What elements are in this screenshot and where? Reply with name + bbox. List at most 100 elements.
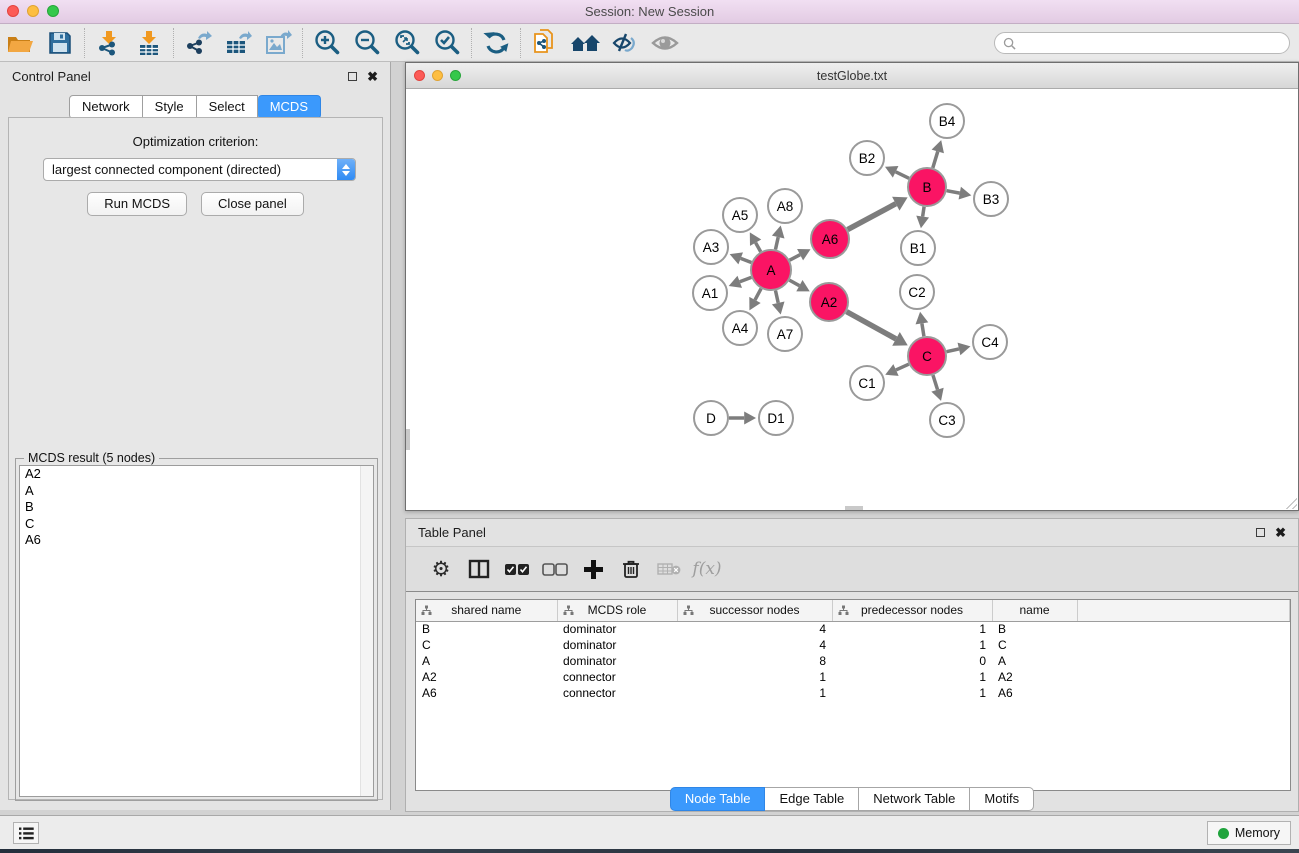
memory-button[interactable]: Memory bbox=[1207, 821, 1291, 845]
result-item[interactable]: A2 bbox=[20, 466, 373, 483]
zoom-out-button[interactable] bbox=[347, 26, 387, 60]
table-settings-button[interactable]: ⚙ bbox=[422, 550, 460, 588]
minimize-network-window-button[interactable] bbox=[432, 70, 443, 81]
open-file-button[interactable] bbox=[0, 26, 40, 60]
horizontal-scrollbar-thumb[interactable] bbox=[845, 506, 863, 510]
graph-edge-B-B2[interactable] bbox=[896, 172, 909, 178]
tab-network-table[interactable]: Network Table bbox=[859, 787, 970, 811]
export-table-button[interactable] bbox=[218, 26, 258, 60]
delete-columns-button[interactable] bbox=[612, 550, 650, 588]
close-panel-icon[interactable]: ✖ bbox=[367, 72, 378, 81]
result-item[interactable]: C bbox=[20, 516, 373, 533]
cell-successor-nodes[interactable]: 1 bbox=[677, 685, 832, 701]
show-columns-button[interactable] bbox=[460, 550, 498, 588]
graph-edge-A-A6[interactable] bbox=[790, 255, 800, 261]
cell-MCDS-role[interactable]: connector bbox=[557, 685, 677, 701]
cell-name[interactable]: A6 bbox=[992, 685, 1077, 701]
close-window-button[interactable] bbox=[7, 5, 19, 17]
cell-shared-name[interactable]: C bbox=[416, 637, 557, 653]
tab-motifs[interactable]: Motifs bbox=[970, 787, 1034, 811]
graph-edge-B-B3[interactable] bbox=[947, 191, 960, 193]
graph-edge-C-C2[interactable] bbox=[922, 323, 924, 336]
minimize-window-button[interactable] bbox=[27, 5, 39, 17]
column-header-shared-name[interactable]: shared name bbox=[416, 600, 557, 621]
import-network-button[interactable] bbox=[89, 26, 129, 60]
import-table-button[interactable] bbox=[129, 26, 169, 60]
cell-predecessor-nodes[interactable]: 1 bbox=[832, 685, 992, 701]
cell-successor-nodes[interactable]: 4 bbox=[677, 637, 832, 653]
cell-predecessor-nodes[interactable]: 1 bbox=[832, 669, 992, 685]
graph-edge-A2-C[interactable] bbox=[847, 312, 896, 339]
graph-edge-A-A5[interactable] bbox=[756, 243, 761, 252]
tab-mcds[interactable]: MCDS bbox=[258, 95, 321, 119]
cell-predecessor-nodes[interactable]: 1 bbox=[832, 637, 992, 653]
vertical-scrollbar-thumb[interactable] bbox=[406, 429, 410, 450]
float-table-panel-icon[interactable] bbox=[1256, 528, 1265, 537]
tab-style[interactable]: Style bbox=[143, 95, 197, 119]
run-mcds-button[interactable]: Run MCDS bbox=[87, 192, 187, 216]
result-item[interactable]: B bbox=[20, 499, 373, 516]
cell-MCDS-role[interactable]: dominator bbox=[557, 653, 677, 669]
column-header-predecessor-nodes[interactable]: predecessor nodes bbox=[832, 600, 992, 621]
maximize-window-button[interactable] bbox=[47, 5, 59, 17]
cell-successor-nodes[interactable]: 1 bbox=[677, 669, 832, 685]
cell-shared-name[interactable]: B bbox=[416, 621, 557, 637]
result-item[interactable]: A bbox=[20, 483, 373, 500]
export-image-button[interactable] bbox=[258, 26, 298, 60]
table-row[interactable]: Adominator80A bbox=[416, 653, 1290, 669]
home-button[interactable] bbox=[565, 26, 605, 60]
hide-selected-button[interactable] bbox=[605, 26, 645, 60]
graph-edge-C-C4[interactable] bbox=[947, 349, 959, 352]
cell-name[interactable]: B bbox=[992, 621, 1077, 637]
search-input[interactable] bbox=[1016, 34, 1289, 52]
graph-edge-A-A3[interactable] bbox=[741, 258, 752, 262]
table-row[interactable]: A6connector11A6 bbox=[416, 685, 1290, 701]
show-task-history-button[interactable] bbox=[13, 822, 39, 844]
save-session-button[interactable] bbox=[40, 26, 80, 60]
show-all-button[interactable] bbox=[645, 26, 685, 60]
clone-network-button[interactable] bbox=[525, 26, 565, 60]
graph-edge-A-A7[interactable] bbox=[775, 291, 778, 303]
delete-table-button[interactable] bbox=[650, 550, 688, 588]
graph-edge-C-C1[interactable] bbox=[896, 364, 909, 370]
graph-edge-A-A1[interactable] bbox=[740, 277, 752, 281]
cell-name[interactable]: A2 bbox=[992, 669, 1077, 685]
table-row[interactable]: Bdominator41B bbox=[416, 621, 1290, 637]
network-canvas[interactable]: B4B2BB3A8A5A6A3B1AA1C2A2A4A7C4CC1C3DD1 bbox=[406, 89, 1298, 510]
function-builder-button[interactable]: f(x) bbox=[688, 550, 726, 588]
close-panel-button[interactable]: Close panel bbox=[201, 192, 304, 216]
cell-predecessor-nodes[interactable]: 0 bbox=[832, 653, 992, 669]
table-row[interactable]: Cdominator41C bbox=[416, 637, 1290, 653]
cell-shared-name[interactable]: A bbox=[416, 653, 557, 669]
deselect-all-columns-button[interactable] bbox=[536, 550, 574, 588]
column-header-name[interactable]: name bbox=[992, 600, 1077, 621]
network-window-titlebar[interactable]: testGlobe.txt bbox=[406, 63, 1298, 89]
cell-MCDS-role[interactable]: connector bbox=[557, 669, 677, 685]
graph-edge-A-A2[interactable] bbox=[789, 280, 799, 286]
close-table-panel-icon[interactable]: ✖ bbox=[1275, 528, 1286, 537]
maximize-network-window-button[interactable] bbox=[450, 70, 461, 81]
cell-successor-nodes[interactable]: 4 bbox=[677, 621, 832, 637]
mcds-result-list[interactable]: A2ABCA6 bbox=[19, 465, 374, 797]
column-header-MCDS-role[interactable]: MCDS role bbox=[557, 600, 677, 621]
graph-edge-A6-B[interactable] bbox=[848, 204, 896, 230]
close-network-window-button[interactable] bbox=[414, 70, 425, 81]
cell-shared-name[interactable]: A2 bbox=[416, 669, 557, 685]
graph-edge-B-B1[interactable] bbox=[923, 207, 924, 217]
cell-name[interactable]: A bbox=[992, 653, 1077, 669]
zoom-in-button[interactable] bbox=[307, 26, 347, 60]
export-network-button[interactable] bbox=[178, 26, 218, 60]
tab-network[interactable]: Network bbox=[69, 95, 143, 119]
graph-edge-B-B4[interactable] bbox=[933, 151, 938, 167]
column-header-successor-nodes[interactable]: successor nodes bbox=[677, 600, 832, 621]
tab-edge-table[interactable]: Edge Table bbox=[765, 787, 859, 811]
graph-edge-A-A4[interactable] bbox=[755, 289, 761, 300]
tab-node-table[interactable]: Node Table bbox=[670, 787, 766, 811]
zoom-selected-button[interactable] bbox=[427, 26, 467, 60]
result-item[interactable]: A6 bbox=[20, 532, 373, 549]
create-column-button[interactable] bbox=[574, 550, 612, 588]
select-all-columns-button[interactable] bbox=[498, 550, 536, 588]
scrollbar-track[interactable] bbox=[360, 466, 373, 796]
table-row[interactable]: A2connector11A2 bbox=[416, 669, 1290, 685]
zoom-fit-button[interactable] bbox=[387, 26, 427, 60]
